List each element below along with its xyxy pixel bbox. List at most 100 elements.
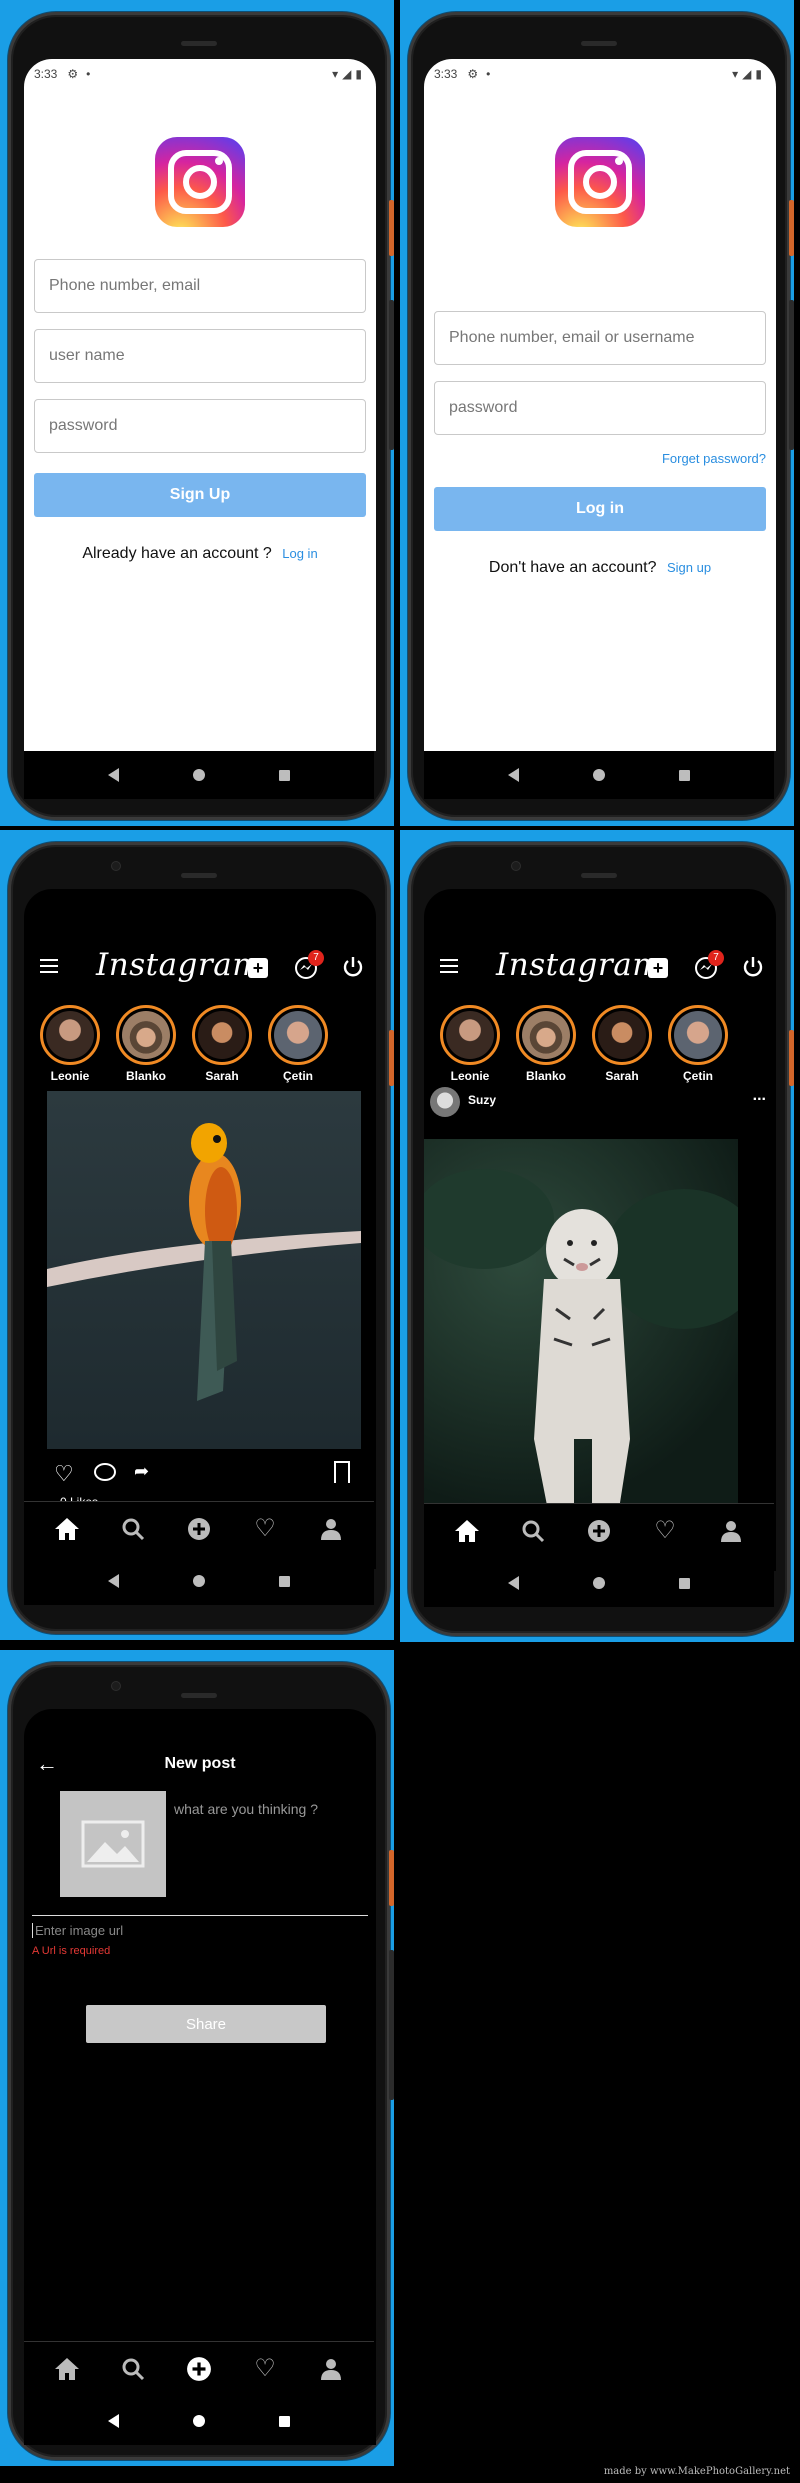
home-tab-icon[interactable] (53, 2355, 81, 2383)
story-item[interactable]: Çetin (666, 1005, 730, 1083)
image-placeholder[interactable] (60, 1791, 166, 1897)
search-tab-icon[interactable] (119, 2355, 147, 2383)
phone-frame: 3:33 ⚙ • ▾ ◢ ▮ Phone number, email user … (8, 12, 390, 820)
side-button (389, 1850, 394, 1906)
home-tab-icon[interactable] (453, 1517, 481, 1545)
power-icon[interactable] (742, 956, 764, 978)
status-time: 3:33 (34, 67, 58, 81)
forgot-password-link[interactable]: Forget password? (662, 451, 766, 466)
post-header: Suzy ... (430, 1087, 770, 1119)
profile-tab-icon[interactable] (717, 1517, 745, 1545)
activity-tab-icon[interactable]: ♡ (251, 1515, 279, 1543)
more-options-icon[interactable]: ... (753, 1087, 766, 1105)
messenger-icon[interactable]: 7 (694, 950, 724, 980)
recents-icon[interactable] (279, 1575, 290, 1587)
add-tab-icon[interactable] (585, 1517, 613, 1545)
bookmark-icon[interactable] (334, 1461, 350, 1483)
home-circle-icon[interactable] (193, 2415, 205, 2427)
login-button[interactable]: Log in (434, 487, 766, 531)
speaker (581, 873, 617, 878)
signup-button[interactable]: Sign Up (34, 473, 366, 517)
password-field[interactable]: password (434, 381, 766, 435)
side-button (389, 1950, 394, 2100)
recents-icon[interactable] (279, 2415, 290, 2427)
feed-screen: Instagram + 7 Leonie Blanko Sarah Çetin … (24, 889, 376, 1569)
heart-icon[interactable]: ♡ (54, 1461, 74, 1487)
profile-tab-icon[interactable] (317, 2355, 345, 2383)
home-circle-icon[interactable] (193, 1575, 205, 1587)
author-avatar[interactable] (430, 1087, 460, 1117)
story-item[interactable]: Blanko (514, 1005, 578, 1083)
recents-icon[interactable] (279, 769, 290, 781)
status-bar: 3:33 ⚙ • ▾ ◢ ▮ (34, 65, 362, 83)
back-icon[interactable] (108, 2414, 119, 2428)
signup-prompt-text: Don't have an account? (488, 559, 657, 576)
menu-icon[interactable] (440, 959, 458, 973)
home-circle-icon[interactable] (593, 1577, 605, 1589)
signup-screen: 3:33 ⚙ • ▾ ◢ ▮ Phone number, email user … (24, 59, 376, 751)
messenger-icon[interactable]: 7 (294, 950, 324, 980)
power-icon[interactable] (342, 956, 364, 978)
recents-icon[interactable] (679, 769, 690, 781)
settings-icon: ⚙ (467, 67, 479, 81)
back-icon[interactable] (508, 1576, 519, 1590)
back-icon[interactable] (508, 768, 519, 782)
add-tab-icon[interactable] (185, 2355, 213, 2383)
login-screenshot: 3:33 ⚙ • ▾ ◢ ▮ Phone number, email or us… (400, 0, 794, 826)
speaker (581, 41, 617, 46)
menu-icon[interactable] (40, 959, 58, 973)
story-item[interactable]: Sarah (190, 1005, 254, 1083)
story-name: Blanko (125, 1069, 166, 1083)
comment-icon[interactable] (94, 1463, 116, 1481)
search-tab-icon[interactable] (119, 1515, 147, 1543)
post-image[interactable] (47, 1091, 361, 1449)
image-icon (81, 1820, 145, 1868)
home-circle-icon[interactable] (193, 769, 205, 781)
story-item[interactable]: Leonie (438, 1005, 502, 1083)
add-post-icon[interactable]: + (648, 958, 668, 978)
caption-input[interactable]: what are you thinking ? (174, 1801, 318, 1817)
story-item[interactable]: Blanko (114, 1005, 178, 1083)
speaker (181, 873, 217, 878)
recents-icon[interactable] (679, 1577, 690, 1589)
dot-icon: • (86, 67, 91, 81)
side-button (389, 200, 394, 256)
phone-email-field[interactable]: Phone number, email (34, 259, 366, 313)
search-tab-icon[interactable] (519, 1517, 547, 1545)
story-item[interactable]: Sarah (590, 1005, 654, 1083)
activity-tab-icon[interactable]: ♡ (251, 2355, 279, 2383)
activity-tab-icon[interactable]: ♡ (651, 1517, 679, 1545)
image-url-input[interactable]: Enter image url (32, 1915, 368, 1945)
username-field[interactable]: Phone number, email or username (434, 311, 766, 365)
phone-frame: Instagram + 7 Leonie Blanko Sarah Çetin … (8, 842, 390, 1634)
story-item[interactable]: Çetin (266, 1005, 330, 1083)
add-tab-icon[interactable] (185, 1515, 213, 1543)
home-tab-icon[interactable] (53, 1515, 81, 1543)
home-circle-icon[interactable] (593, 769, 605, 781)
post-author[interactable]: Suzy (468, 1093, 496, 1107)
username-field[interactable]: user name (34, 329, 366, 383)
battery-icon: ▮ (355, 67, 362, 81)
feed-header: Instagram + 7 (424, 945, 776, 989)
share-icon[interactable]: ➦ (134, 1461, 149, 1482)
system-nav-bar (424, 751, 774, 799)
story-name: Leonie (50, 1069, 90, 1083)
side-button (789, 1030, 794, 1086)
back-icon[interactable] (108, 1574, 119, 1588)
back-icon[interactable] (108, 768, 119, 782)
signup-link[interactable]: Sign up (667, 560, 711, 575)
share-button[interactable]: Share (86, 2005, 326, 2043)
phone-frame: ← New post what are you thinking ? Enter… (8, 1662, 390, 2460)
add-post-icon[interactable]: + (248, 958, 268, 978)
system-nav-bar (424, 1559, 774, 1607)
story-item[interactable]: Leonie (38, 1005, 102, 1083)
profile-tab-icon[interactable] (317, 1515, 345, 1543)
url-error: A Url is required (32, 1945, 111, 1957)
settings-icon: ⚙ (67, 67, 79, 81)
story-name: Sarah (205, 1069, 239, 1083)
password-field[interactable]: password (34, 399, 366, 453)
post-image[interactable] (424, 1139, 738, 1541)
status-time: 3:33 (434, 67, 458, 81)
login-link[interactable]: Log in (282, 546, 317, 561)
login-prompt-text: Already have an account ? (82, 545, 272, 562)
